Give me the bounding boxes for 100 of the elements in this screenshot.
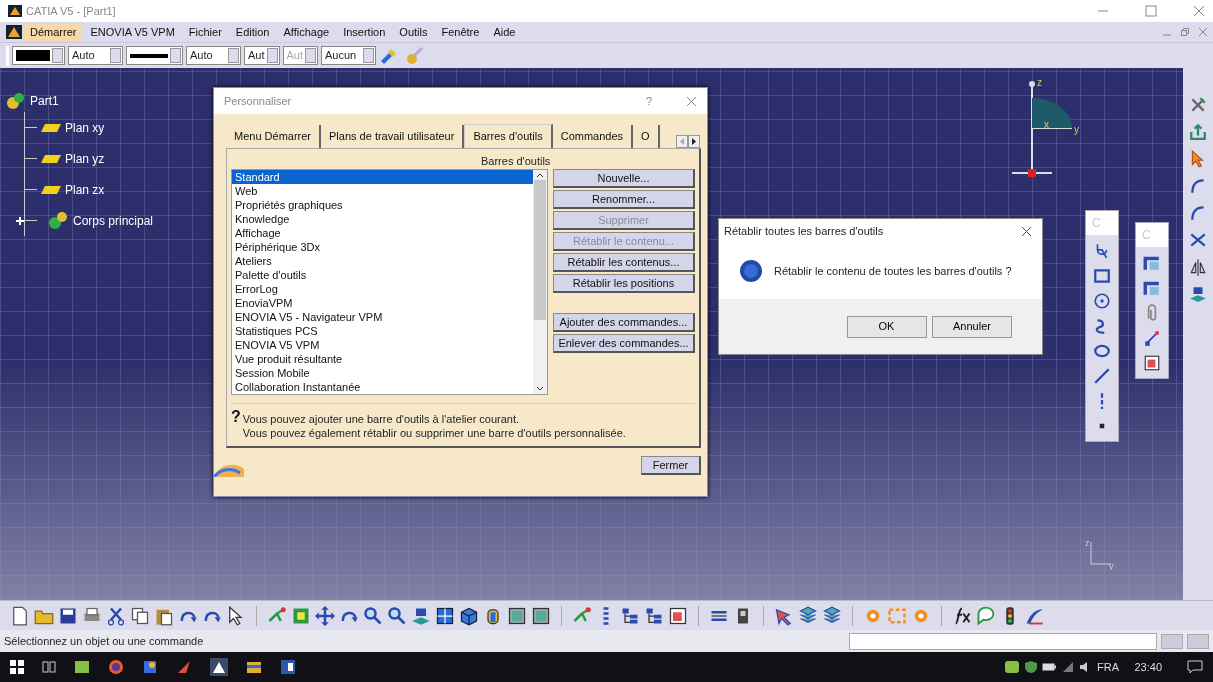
dialog-button[interactable]: Ajouter des commandes... [553,312,695,332]
line-icon[interactable] [1093,367,1111,385]
plane-icon[interactable] [41,184,61,195]
gear-cluster-icon[interactable] [47,210,69,231]
list-item[interactable]: Knowledge [232,211,533,226]
tab[interactable]: Commandes [552,125,634,148]
list-item[interactable]: ENOVIA V5 VPM [232,337,533,352]
ellipse-icon[interactable] [1093,342,1111,360]
sheet-icon[interactable] [668,605,688,626]
color-dropdown[interactable] [12,46,65,65]
list-item[interactable]: ErrorLog [232,281,533,296]
dropdown[interactable]: Auto [186,46,241,65]
list-item[interactable]: Palette d'outils [232,267,533,282]
menu-item[interactable]: ENOVIA V5 VPM [84,22,181,42]
menu-item[interactable]: Fenêtre [435,22,486,42]
windows-logo-icon[interactable] [10,660,24,674]
list-item[interactable]: Ateliers [232,253,533,268]
list-item[interactable]: EnoviaVPM [232,295,533,310]
sheet-icon[interactable] [1143,354,1161,372]
list-item[interactable]: Périphérique 3Dx [232,239,533,254]
dropdown[interactable]: Aut [244,46,280,65]
menu-item[interactable]: Démarrer [24,22,83,42]
export-icon[interactable] [1189,123,1207,141]
app-icon[interactable] [74,659,90,675]
menu-item[interactable]: Affichage [277,22,336,42]
dialog-button[interactable]: Annuler [932,315,1012,338]
grid-square-icon[interactable] [435,605,455,626]
speech-bubble-icon[interactable] [976,605,996,626]
dialog-button[interactable]: Nouvelle... [553,168,695,188]
task-view-icon[interactable] [42,660,56,674]
cross-lines-icon[interactable] [1189,231,1207,249]
command-input-field[interactable] [849,632,1157,650]
list-item[interactable]: Vue produit résultante [232,351,533,366]
tree-item[interactable]: Plan yz [65,149,105,168]
list-item[interactable]: Standard [232,169,533,184]
battery-icon[interactable] [1042,662,1057,672]
dropdown[interactable]: Aucun [321,46,377,65]
tab[interactable]: O [633,125,660,148]
scissors-icon[interactable] [106,605,126,626]
arc-icon[interactable] [1189,177,1207,195]
list-item[interactable]: Collaboration Instantanée [232,379,533,394]
tree-item[interactable]: Plan xy [65,118,105,137]
scroll-right-icon[interactable] [687,134,700,148]
corner-icon[interactable] [1143,254,1161,272]
clock[interactable]: 23:40 [1134,658,1162,676]
tree-item[interactable]: Corps principal [73,211,154,230]
close-button[interactable]: Fermer [641,455,701,475]
constraint-icon[interactable] [1143,329,1161,347]
copy-icon[interactable] [130,605,150,626]
list-item[interactable]: Web [232,183,533,198]
notification-icon[interactable] [1187,660,1203,674]
magnifier-icon[interactable] [363,605,383,626]
menu-item[interactable]: Insertion [337,22,392,42]
line-type-dropdown[interactable] [126,46,183,65]
tree-item[interactable]: Part1 [30,92,59,110]
scrollbar-thumb[interactable] [533,179,546,320]
dialog-button[interactable]: OK [846,315,927,338]
wifi-icon[interactable] [1061,661,1074,673]
restore-icon[interactable] [1181,28,1189,36]
axis-drawing[interactable]: z x y [1012,78,1087,188]
keyboard-language[interactable]: FRA [1096,658,1119,676]
cube-icon[interactable] [459,605,479,626]
close-icon[interactable] [1021,225,1032,237]
corner-icon[interactable] [1143,279,1161,297]
four-way-arrow-icon[interactable] [315,605,335,626]
dialog-button[interactable]: Rétablir les contenus... [553,252,695,272]
tab[interactable]: Menu Démarrer [226,125,322,148]
layers-icon[interactable] [822,605,842,626]
plane-icon[interactable] [41,153,61,164]
part-icon[interactable] [6,92,26,110]
dialog-button[interactable]: Renommer... [553,189,695,209]
app-logo-icon[interactable] [6,25,22,39]
toolbar-list[interactable] [231,168,548,395]
image-icon[interactable] [507,605,527,626]
list-item[interactable]: Affichage [232,225,533,240]
toolbar-grip[interactable] [6,45,9,66]
dialog-button[interactable]: Enlever des commandes... [553,333,695,353]
arc-icon[interactable] [1189,204,1207,222]
menu-item[interactable]: Aide [487,22,522,42]
menu-item[interactable]: Outils [393,22,434,42]
app-icon[interactable] [210,658,228,676]
page-icon[interactable] [10,605,30,626]
list-item[interactable]: Session Mobile [232,365,533,380]
plane-icon[interactable] [41,122,61,133]
folder-icon[interactable] [246,659,262,675]
list-item[interactable]: ENOVIA V5 - Navigateur VPM [232,309,533,324]
shield-icon[interactable] [1024,661,1037,673]
list-item[interactable]: Propriétés graphiques [232,197,533,212]
tray-app-icon[interactable] [1005,661,1020,673]
circle-icon[interactable] [1093,292,1111,310]
dropdown[interactable]: Auto [68,46,123,65]
help-button[interactable]: ? [645,92,652,110]
pen-cross-icon[interactable] [1189,96,1207,114]
tree-item[interactable]: Plan zx [65,180,105,199]
image-icon[interactable] [531,605,551,626]
menu-item[interactable]: Edition [229,22,276,42]
browser-icon[interactable] [108,659,124,675]
app-icon[interactable] [142,659,158,675]
mirror-icon[interactable] [1189,258,1207,276]
menu-item[interactable]: Fichier [182,22,228,42]
